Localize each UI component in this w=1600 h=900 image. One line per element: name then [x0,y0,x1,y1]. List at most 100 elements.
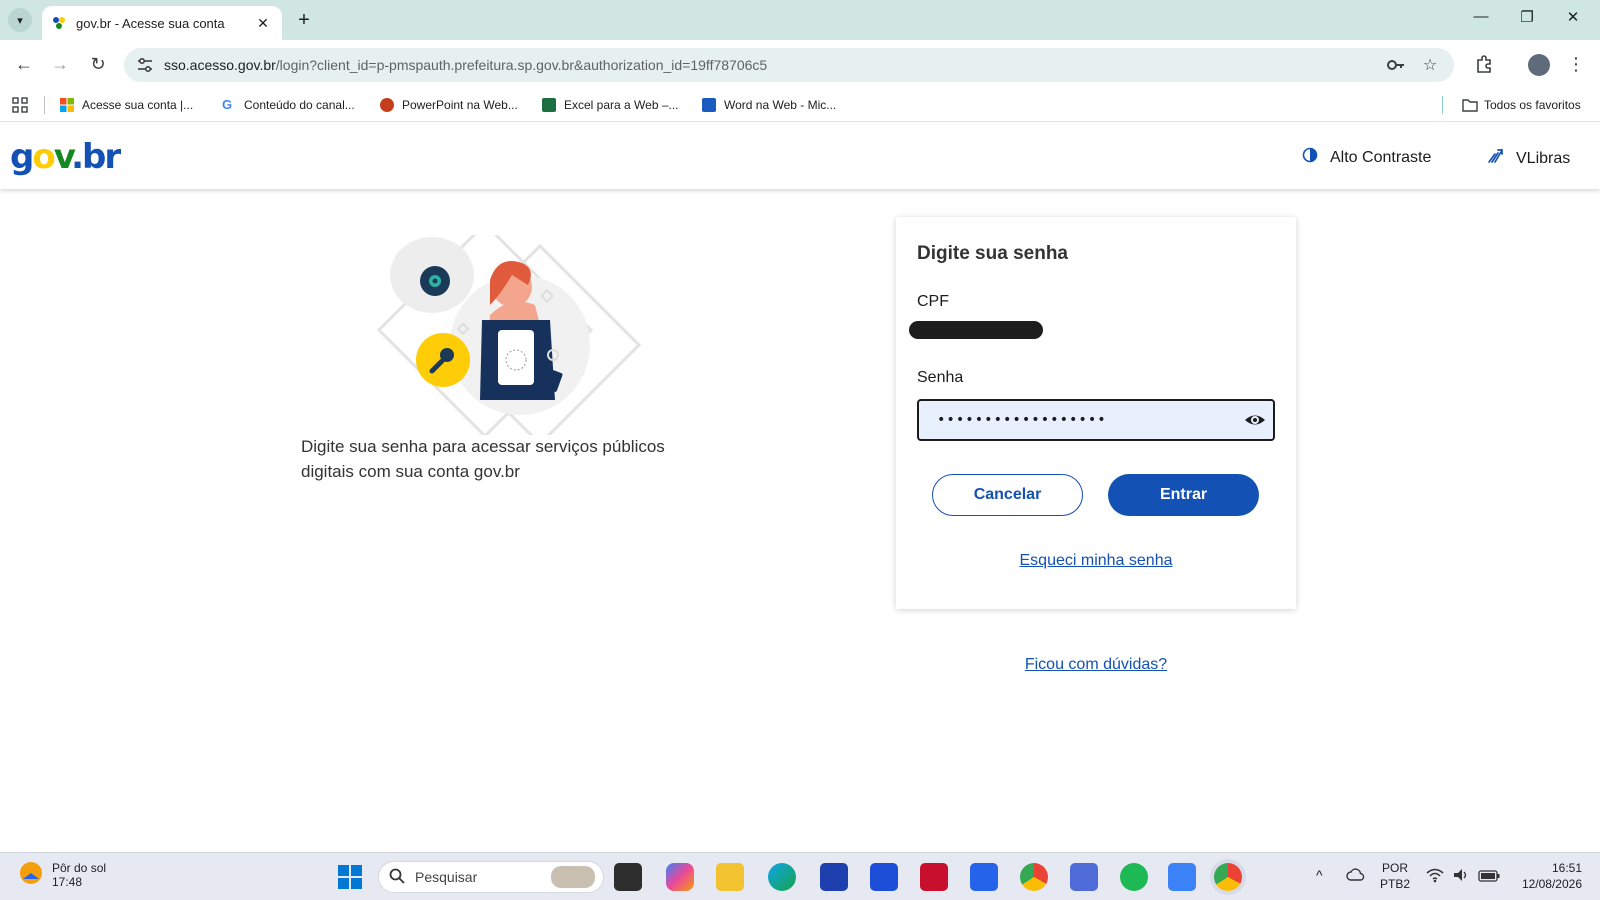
bookmark-label: Conteúdo do canal... [244,98,355,112]
word-icon [702,98,716,112]
taskbar-search-box[interactable]: Pesquisar [378,861,604,893]
tab-search-chevron-icon[interactable]: ▾ [8,8,32,32]
vlibras-label: VLibras [1516,149,1571,167]
sign-language-hand-icon [1486,147,1504,170]
cube-app-icon[interactable] [870,863,898,891]
url-host: sso.acesso.gov.br [164,57,276,73]
weather-time: 17:48 [52,874,83,889]
logo-letter: b [82,137,106,177]
bookmark-label: Excel para a Web –... [564,98,679,112]
cloud-sync-icon[interactable] [1346,867,1366,883]
help-link[interactable]: Ficou com dúvidas? [896,656,1296,674]
close-window-icon[interactable]: ✕ [1550,8,1596,26]
clock-date: 12/08/2026 [1521,877,1582,891]
lang-line2: PTB2 [1380,877,1411,891]
minimize-icon[interactable]: — [1458,8,1504,25]
all-bookmarks-folder[interactable]: Todos os favoritos [1462,94,1581,116]
copilot-icon[interactable] [666,863,694,891]
logo-letter: o [32,137,55,177]
bookmark-item[interactable]: Acesse sua conta |... [60,94,193,116]
sunset-weather-icon [18,859,44,890]
site-info-tune-icon[interactable] [136,56,154,74]
folder-icon [1462,98,1478,112]
bookmark-item[interactable]: PowerPoint na Web... [380,94,518,116]
new-tab-plus-icon[interactable]: + [292,9,316,32]
high-contrast-label: Alto Contraste [1330,148,1432,166]
outlook-icon[interactable] [970,863,998,891]
search-highlight-elephant-icon [551,866,595,888]
microsoft-store-icon[interactable] [820,863,848,891]
bookmark-item[interactable]: G Conteúdo do canal... [222,94,355,116]
bookmark-label: Word na Web - Mic... [724,98,837,112]
chrome-icon[interactable] [1020,863,1048,891]
windows-start-icon[interactable] [336,863,364,891]
search-placeholder: Pesquisar [415,869,478,885]
bookmark-label: PowerPoint na Web... [402,98,518,112]
input-language-indicator[interactable]: POR PTB2 [1380,860,1410,892]
spotify-icon[interactable] [1120,863,1148,891]
card-title: Digite sua senha [917,243,1068,264]
reload-icon[interactable]: ↻ [84,50,112,78]
bookmark-item[interactable]: Excel para a Web –... [542,94,679,116]
task-view-icon[interactable] [614,863,642,891]
address-bar[interactable]: sso.acesso.gov.br/login?client_id=p-pmsp… [124,48,1454,82]
logo-letter: g [10,137,34,177]
microsoft-logo-icon [60,98,74,112]
weather-label: Pôr do sol [52,860,107,875]
weather-widget[interactable]: Pôr do sol 17:48 [18,859,106,890]
apps-grid-icon[interactable] [12,94,28,116]
enter-button[interactable]: Entrar [1108,474,1259,516]
chrome-active-icon[interactable] [1214,863,1242,891]
powerpoint-icon [380,98,394,112]
profile-avatar[interactable] [1528,54,1550,76]
vlibras-button[interactable]: VLibras [1486,147,1570,170]
contrast-icon [1302,147,1318,168]
tray-overflow-chevron-icon[interactable]: ^ [1316,867,1323,883]
speaker-volume-icon[interactable] [1452,867,1470,888]
all-bookmarks-label: Todos os favoritos [1484,98,1581,112]
govbr-logo[interactable]: gov.br [10,137,121,177]
browser-tab-strip: ▾ gov.br - Acesse sua conta ✕ + — ❐ ✕ [0,0,1600,40]
clock-time: 16:51 [1551,861,1582,875]
password-key-icon[interactable] [1386,55,1406,75]
extensions-puzzle-icon[interactable] [1470,50,1498,78]
password-label: Senha [917,369,964,386]
mcafee-icon[interactable] [920,863,948,891]
wifi-icon[interactable] [1426,867,1444,886]
windows-taskbar: Pôr do sol 17:48 Pesquisar ^ POR PTB2 16… [0,852,1600,900]
cpf-value-redacted [909,321,1043,339]
remote-desktop-icon[interactable] [1168,863,1196,891]
browser-tab[interactable]: gov.br - Acesse sua conta ✕ [42,6,282,40]
high-contrast-button[interactable]: Alto Contraste [1302,147,1431,168]
bookmarks-divider [1442,96,1443,114]
password-field[interactable] [917,399,1275,441]
bookmark-item[interactable]: Word na Web - Mic... [702,94,836,116]
govbr-header: gov.br Alto Contraste VLibras [0,125,1600,189]
google-logo-icon: G [222,97,233,112]
close-tab-icon[interactable]: ✕ [254,15,272,32]
search-icon [389,868,405,887]
calendar-app-icon[interactable] [1070,863,1098,891]
bookmark-label: Acesse sua conta |... [82,98,194,112]
chrome-menu-icon[interactable]: ⋮ [1562,50,1590,78]
intro-text: Digite sua senha para acessar serviços p… [301,437,665,481]
cancel-button[interactable]: Cancelar [932,474,1083,516]
password-illustration [350,221,650,447]
battery-icon[interactable] [1478,869,1500,887]
edge-browser-icon[interactable] [768,863,796,891]
forgot-password-link[interactable]: Esqueci minha senha [896,552,1296,570]
file-explorer-icon[interactable] [716,863,744,891]
forward-arrow-icon[interactable]: → [46,50,74,78]
show-password-eye-icon[interactable] [1244,410,1266,430]
system-clock[interactable]: 16:51 12/08/2026 [1512,860,1582,892]
login-card: Digite sua senha CPF Senha Cancelar Entr… [896,217,1296,609]
lang-line1: POR [1382,861,1409,875]
bookmarks-bar: Acesse sua conta |... G Conteúdo do cana… [0,88,1600,122]
url-path: /login?client_id=p-pmspauth.prefeitura.s… [275,57,768,73]
restore-icon[interactable]: ❐ [1504,8,1550,26]
logo-letter: r [104,137,121,177]
cpf-label: CPF [917,293,949,310]
govbr-favicon-icon [52,16,66,30]
bookmark-star-icon[interactable]: ☆ [1420,55,1440,75]
back-arrow-icon[interactable]: ← [10,50,38,78]
